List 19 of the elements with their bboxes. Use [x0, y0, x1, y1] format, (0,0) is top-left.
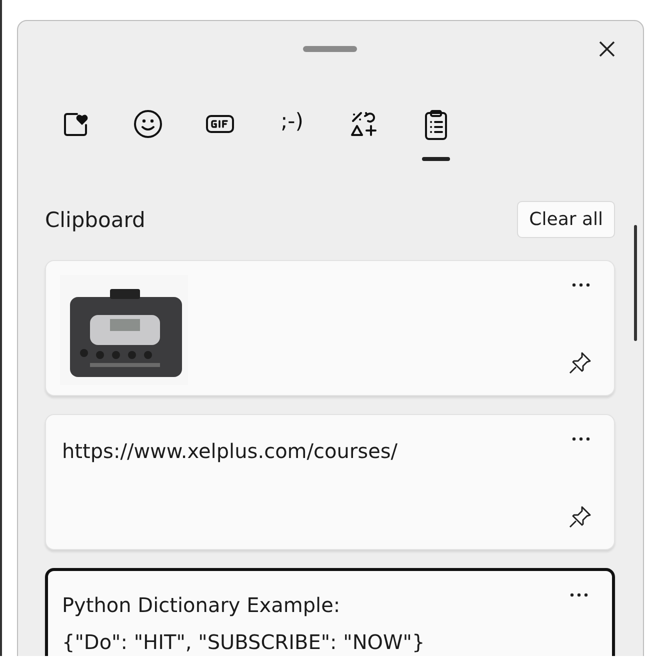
pin-button[interactable] — [568, 351, 592, 375]
close-icon — [597, 39, 617, 59]
symbols-icon — [349, 109, 379, 139]
section-title: Clipboard — [45, 208, 146, 232]
selected-indicator — [422, 157, 450, 161]
pin-button[interactable] — [568, 505, 592, 529]
drag-handle[interactable] — [303, 46, 357, 52]
pin-icon — [568, 505, 592, 529]
clipboard-item[interactable]: Python Dictionary Example: {"Do": "HIT", "SUBSCRIBE": "NOW"} — [45, 568, 615, 656]
kaomoji-tab-label: ;-) — [280, 109, 304, 133]
scrollbar[interactable] — [634, 225, 637, 341]
category-tab[interactable]: ;-) — [263, 103, 321, 161]
clipboard-item[interactable] — [45, 260, 615, 396]
clipboard-text: https://www.xelplus.com/courses/ — [62, 438, 398, 465]
clipboard-text: Python Dictionary Example: {"Do": "HIT", "SUBSCRIBE": "NOW"} — [62, 592, 425, 656]
clipboard-item[interactable]: https://www.xelplus.com/courses/ — [45, 414, 615, 550]
clear-all-button[interactable]: Clear all — [517, 201, 615, 238]
pin-icon — [568, 351, 592, 375]
smiley-icon — [133, 109, 163, 139]
